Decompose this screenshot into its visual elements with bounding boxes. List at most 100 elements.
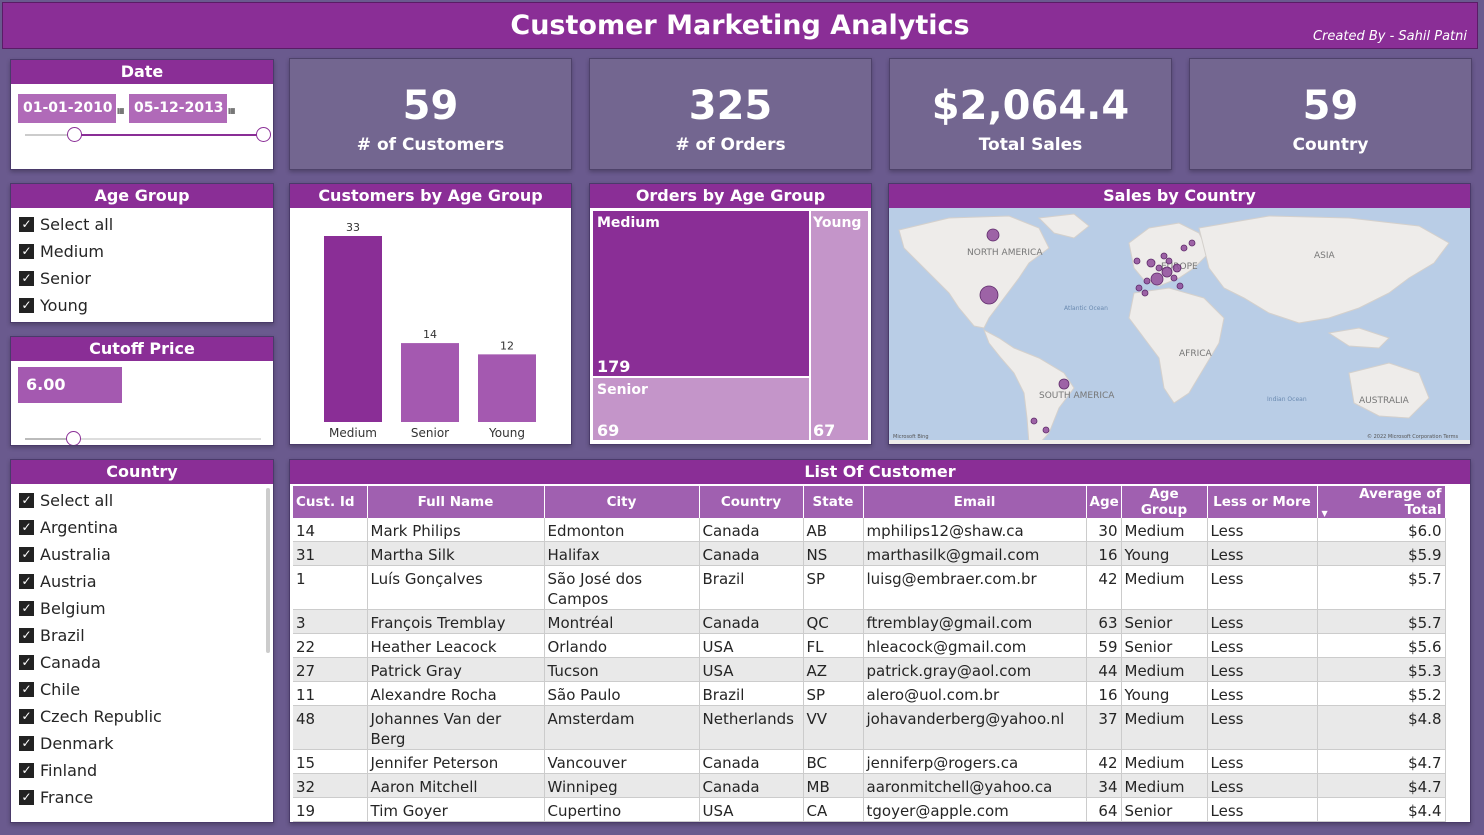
treemap-medium-tile[interactable]: Medium 179 <box>592 210 810 377</box>
column-header[interactable]: Country <box>699 486 804 518</box>
checkbox-checked-icon[interactable]: ✓ <box>19 709 34 724</box>
column-header[interactable]: Cust. Id <box>293 486 368 518</box>
sales-bubble-usa[interactable] <box>979 285 999 305</box>
country-option[interactable]: ✓ Chile <box>11 676 273 703</box>
table-row[interactable]: 22 Heather Leacock Orlando USA FL hleacock@gm… <box>293 633 1446 658</box>
checkbox-checked-icon[interactable]: ✓ <box>19 298 34 313</box>
country-option[interactable]: ✓ France <box>11 784 273 811</box>
table-cell: Medium <box>1121 749 1208 774</box>
country-list-scrollbar[interactable] <box>266 488 270 653</box>
age-option-young[interactable]: ✓ Young <box>11 292 273 319</box>
table-cell: Less <box>1207 633 1318 658</box>
country-option[interactable]: ✓ Finland <box>11 757 273 784</box>
column-header[interactable]: State <box>803 486 864 518</box>
sales-bubble-brazil[interactable] <box>1058 378 1070 390</box>
column-header[interactable]: Age <box>1086 486 1122 518</box>
checkbox-checked-icon[interactable]: ✓ <box>19 601 34 616</box>
country-option[interactable]: ✓ Austria <box>11 568 273 595</box>
calendar-icon[interactable]: ▦ <box>228 106 236 115</box>
table-row[interactable]: 31 Martha Silk Halifax Canada NS marthasilk@g… <box>293 541 1446 566</box>
map-copyright[interactable]: © 2022 Microsoft Corporation Terms <box>1367 433 1458 440</box>
table-row[interactable]: 19 Tim Goyer Cupertino USA CA tgoyer@apple.co… <box>293 797 1446 822</box>
column-header[interactable]: Email <box>863 486 1087 518</box>
table-cell: $4.7 <box>1317 773 1446 798</box>
sales-bubble-germany[interactable] <box>1161 266 1173 278</box>
cutoff-price-input[interactable]: 6.00 <box>18 367 122 403</box>
end-date-input[interactable]: 05-12-2013 <box>129 94 227 123</box>
sales-bubble-sweden[interactable] <box>1180 244 1188 252</box>
table-cell: Medium <box>1121 657 1208 682</box>
sales-bubble-portugal[interactable] <box>1135 284 1143 292</box>
sort-descending-icon[interactable]: ▼ <box>1322 509 1328 518</box>
table-row[interactable]: 3 François Tremblay Montréal Canada QC ftremb… <box>293 609 1446 634</box>
checkbox-checked-icon[interactable]: ✓ <box>19 628 34 643</box>
column-header[interactable]: Less or More <box>1207 486 1318 518</box>
column-header[interactable]: Full Name <box>367 486 545 518</box>
checkbox-checked-icon[interactable]: ✓ <box>19 682 34 697</box>
checkbox-checked-icon[interactable]: ✓ <box>19 736 34 751</box>
checkbox-checked-icon[interactable]: ✓ <box>19 244 34 259</box>
checkbox-checked-icon[interactable]: ✓ <box>19 271 34 286</box>
table-row[interactable]: 15 Jennifer Peterson Vancouver Canada BC jenn… <box>293 749 1446 774</box>
cutoff-price-handle[interactable] <box>66 431 81 445</box>
country-option[interactable]: ✓ Denmark <box>11 730 273 757</box>
sales-bubble-canada[interactable] <box>986 228 1000 242</box>
sales-bubble-norway[interactable] <box>1160 252 1168 260</box>
country-option[interactable]: ✓ Brazil <box>11 622 273 649</box>
checkbox-checked-icon[interactable]: ✓ <box>19 655 34 670</box>
table-cell: 34 <box>1086 773 1122 798</box>
table-row[interactable]: 32 Aaron Mitchell Winnipeg Canada MB aaronmit… <box>293 773 1446 798</box>
table-cell: Less <box>1207 657 1318 682</box>
bar-senior[interactable] <box>401 343 459 422</box>
table-row[interactable]: 27 Patrick Gray Tucson USA AZ patrick.gray@ao… <box>293 657 1446 682</box>
table-row[interactable]: 11 Alexandre Rocha São Paulo Brazil SP alero@… <box>293 681 1446 706</box>
treemap-young-tile[interactable]: Young 67 <box>810 210 869 441</box>
sales-bubble-netherlands[interactable] <box>1155 264 1163 272</box>
sales-bubble-austria[interactable] <box>1170 274 1178 282</box>
table-cell: Senior <box>1121 609 1208 634</box>
checkbox-checked-icon[interactable]: ✓ <box>19 217 34 232</box>
country-option[interactable]: ✓ Australia <box>11 541 273 568</box>
country-option[interactable]: ✓ Belgium <box>11 595 273 622</box>
age-option-senior[interactable]: ✓ Senior <box>11 265 273 292</box>
sales-bubble-argentina[interactable] <box>1042 426 1050 434</box>
sales-bubble-spain[interactable] <box>1141 289 1149 297</box>
country-option[interactable]: ✓ Czech Republic <box>11 703 273 730</box>
bar-medium[interactable] <box>324 236 382 422</box>
sales-bubble-france[interactable] <box>1150 272 1164 286</box>
sales-bubble-chile[interactable] <box>1030 417 1038 425</box>
calendar-icon[interactable]: ▦ <box>117 106 125 115</box>
sales-bubble-poland[interactable] <box>1172 263 1182 273</box>
date-end-handle[interactable] <box>256 127 271 142</box>
sales-bubble-belgium[interactable] <box>1143 277 1151 285</box>
sales-bubble-italy[interactable] <box>1176 282 1184 290</box>
world-map[interactable]: NORTH AMERICA EUROPE ASIA AFRICA SOUTH A… <box>889 208 1471 444</box>
checkbox-checked-icon[interactable]: ✓ <box>19 790 34 805</box>
table-cell: 22 <box>293 633 368 658</box>
checkbox-checked-icon[interactable]: ✓ <box>19 520 34 535</box>
sales-bubble-denmark[interactable] <box>1165 257 1173 265</box>
age-option-medium[interactable]: ✓ Medium <box>11 238 273 265</box>
checkbox-checked-icon[interactable]: ✓ <box>19 547 34 562</box>
table-row[interactable]: 14 Mark Philips Edmonton Canada AB mphilips12… <box>293 518 1446 542</box>
sales-bubble-ireland[interactable] <box>1133 257 1141 265</box>
checkbox-checked-icon[interactable]: ✓ <box>19 763 34 778</box>
country-option[interactable]: ✓ Canada <box>11 649 273 676</box>
checkbox-checked-icon[interactable]: ✓ <box>19 574 34 589</box>
table-row[interactable]: 48 Johannes Van der Berg Amsterdam Netherla… <box>293 705 1446 750</box>
table-row[interactable]: 1 Luís Gonçalves São José dos Campos Brazil… <box>293 565 1446 610</box>
sales-bubble-uk[interactable] <box>1146 258 1156 268</box>
column-header[interactable]: Age Group <box>1121 486 1208 518</box>
country-option[interactable]: ✓ Argentina <box>11 514 273 541</box>
table-row[interactable]: 10Eduardo MartinsSão PauloBrazilSPeduard… <box>293 821 1446 822</box>
start-date-input[interactable]: 01-01-2010 <box>18 94 116 123</box>
checkbox-checked-icon[interactable]: ✓ <box>19 493 34 508</box>
country-option[interactable]: ✓ Select all <box>11 487 273 514</box>
column-header[interactable]: City <box>544 486 700 518</box>
sales-bubble-finland[interactable] <box>1188 239 1196 247</box>
column-header[interactable]: Average of Total ▼ <box>1317 486 1446 518</box>
bar-young[interactable] <box>478 354 536 422</box>
date-start-handle[interactable] <box>67 127 82 142</box>
age-option-select-all[interactable]: ✓ Select all <box>11 211 273 238</box>
treemap-senior-tile[interactable]: Senior 69 <box>592 377 810 441</box>
